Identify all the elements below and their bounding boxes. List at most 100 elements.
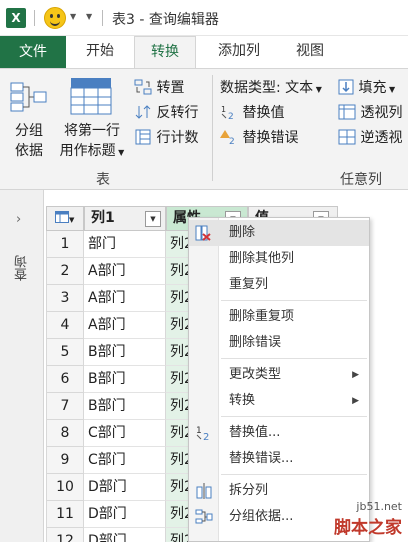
row-number[interactable]: 7 bbox=[46, 393, 84, 420]
split-column-icon bbox=[196, 483, 212, 499]
menu-item-remove-errors[interactable]: 删除错误 bbox=[189, 330, 369, 356]
table-cell-col1[interactable]: B部门 bbox=[84, 366, 166, 393]
table-cell-col1[interactable]: C部门 bbox=[84, 447, 166, 474]
title-bar: X ▼ ▼ 表3 - 查询编辑器 bbox=[0, 0, 408, 36]
row-number[interactable]: 2 bbox=[46, 258, 84, 285]
table-cell-col1[interactable]: D部门 bbox=[84, 474, 166, 501]
group-by-icon bbox=[195, 509, 213, 524]
menu-item-label: 更改类型 bbox=[229, 367, 282, 382]
first-row-label-line2: 用作标题 bbox=[59, 143, 116, 159]
menu-item-label: 分组依据... bbox=[229, 509, 294, 524]
replace-errors-button[interactable]: 2 替换错误 bbox=[220, 127, 298, 147]
tab-add-column[interactable]: 添加列 bbox=[204, 36, 274, 68]
svg-text:2: 2 bbox=[203, 432, 209, 441]
transpose-button[interactable]: 转置 bbox=[134, 77, 184, 97]
menu-item-label: 替换错误... bbox=[229, 451, 294, 466]
pivot-column-button[interactable]: 透视列 bbox=[338, 102, 402, 122]
menu-item-duplicate-column[interactable]: 重复列 bbox=[189, 272, 369, 298]
replace-values-button[interactable]: 12 替换值 bbox=[220, 102, 284, 122]
unpivot-columns-button[interactable]: 逆透视 bbox=[338, 127, 402, 147]
table-cell-col1[interactable]: B部门 bbox=[84, 393, 166, 420]
svg-text:2: 2 bbox=[229, 137, 235, 145]
watermark-name: 脚本之家 bbox=[334, 518, 402, 538]
smiley-feedback-icon[interactable] bbox=[44, 7, 66, 29]
dropdown-caret-icon: ▼ bbox=[69, 216, 75, 224]
ribbon-tab-bar: 文件 开始 转换 添加列 视图 bbox=[0, 36, 408, 69]
row-number[interactable]: 1 bbox=[46, 231, 84, 258]
group-by-label-line1: 分组 bbox=[15, 123, 43, 139]
menu-item-label: 删除其他列 bbox=[229, 251, 295, 266]
table-cell-col1[interactable]: A部门 bbox=[84, 285, 166, 312]
any-column-group-label: 任意列 bbox=[340, 172, 382, 188]
tab-view[interactable]: 视图 bbox=[280, 36, 340, 68]
table-icon bbox=[55, 211, 69, 223]
fill-label: 填充 bbox=[358, 80, 387, 96]
row-number[interactable]: 8 bbox=[46, 420, 84, 447]
menu-item-label: 转换 bbox=[229, 393, 256, 408]
submenu-arrow-icon: ▶ bbox=[352, 396, 359, 406]
menu-item-remove-duplicates[interactable]: 删除重复项 bbox=[189, 304, 369, 330]
excel-logo-icon: X bbox=[6, 8, 26, 28]
tab-file[interactable]: 文件 bbox=[0, 36, 66, 68]
unpivot-columns-label: 逆透视 bbox=[360, 130, 403, 146]
menu-item-transform[interactable]: 转换 ▶ bbox=[189, 388, 369, 414]
count-rows-button[interactable]: 行计数 bbox=[134, 127, 198, 147]
menu-item-replace-errors[interactable]: 替换错误... bbox=[189, 446, 369, 472]
group-by-icon bbox=[10, 82, 47, 112]
data-type-dropdown[interactable]: 数据类型: 文本 ▼ bbox=[220, 77, 322, 97]
column-header-label: 列1 bbox=[91, 210, 115, 226]
table-cell-col1[interactable]: 部门 bbox=[84, 231, 166, 258]
menu-item-label: 拆分列 bbox=[229, 483, 269, 498]
svg-text:2: 2 bbox=[228, 112, 234, 120]
row-number[interactable]: 12 bbox=[46, 528, 84, 542]
column-header-col1[interactable]: 列1 ▼ bbox=[84, 206, 166, 231]
menu-item-label: 删除重复项 bbox=[229, 309, 295, 324]
table-cell-col1[interactable]: D部门 bbox=[84, 528, 166, 542]
table-cell-col1[interactable]: A部门 bbox=[84, 312, 166, 339]
row-number[interactable]: 6 bbox=[46, 366, 84, 393]
row-number[interactable]: 11 bbox=[46, 501, 84, 528]
quick-access-customize-icon[interactable]: ▼ bbox=[86, 12, 92, 21]
svg-text:1: 1 bbox=[221, 105, 226, 114]
replace-values-icon: 12 bbox=[221, 105, 234, 122]
row-number[interactable]: 10 bbox=[46, 474, 84, 501]
titlebar-separator bbox=[102, 10, 103, 26]
menu-item-change-type[interactable]: 更改类型 ▶ bbox=[189, 362, 369, 388]
transpose-label: 转置 bbox=[156, 80, 185, 96]
tab-home[interactable]: 开始 bbox=[72, 36, 128, 68]
replace-values-icon: 12 bbox=[196, 426, 209, 441]
menu-item-remove[interactable]: 删除 bbox=[189, 220, 369, 246]
replace-errors-icon: 2 bbox=[220, 130, 235, 147]
table-cell-col1[interactable]: A部门 bbox=[84, 258, 166, 285]
row-number[interactable]: 9 bbox=[46, 447, 84, 474]
reverse-rows-button[interactable]: 反转行 bbox=[134, 102, 198, 122]
row-number[interactable]: 3 bbox=[46, 285, 84, 312]
first-row-label-line1: 将第一行 bbox=[64, 123, 120, 139]
table-cell-col1[interactable]: D部门 bbox=[84, 501, 166, 528]
menu-item-replace-values[interactable]: 12 替换值... bbox=[189, 420, 369, 446]
table-cell-col1[interactable]: B部门 bbox=[84, 339, 166, 366]
table-cell-col1[interactable]: C部门 bbox=[84, 420, 166, 447]
table-menu-button[interactable]: ▼ bbox=[46, 206, 84, 231]
titlebar-separator bbox=[34, 10, 35, 26]
pivot-column-label: 透视列 bbox=[360, 105, 403, 121]
menu-separator bbox=[221, 300, 367, 301]
pivot-column-icon bbox=[338, 104, 356, 120]
unpivot-columns-icon bbox=[338, 129, 356, 145]
column-filter-icon[interactable]: ▼ bbox=[145, 211, 161, 227]
menu-item-label: 删除 bbox=[229, 225, 256, 240]
menu-separator bbox=[221, 416, 367, 417]
fill-button[interactable]: 填充 ▼ bbox=[338, 77, 395, 97]
row-number[interactable]: 4 bbox=[46, 312, 84, 339]
tab-transform[interactable]: 转换 bbox=[134, 36, 196, 69]
row-number[interactable]: 5 bbox=[46, 339, 84, 366]
menu-item-remove-other-columns[interactable]: 删除其他列 bbox=[189, 246, 369, 272]
watermark-url: jb51.net bbox=[356, 500, 402, 513]
expand-pane-chevron-icon[interactable]: › bbox=[16, 212, 21, 227]
submenu-arrow-icon: ▶ bbox=[352, 370, 359, 380]
feedback-dropdown-icon[interactable]: ▼ bbox=[70, 12, 76, 21]
svg-text:1: 1 bbox=[196, 426, 202, 436]
queries-pane[interactable]: › 查询 bbox=[0, 190, 44, 542]
menu-item-label: 删除错误 bbox=[229, 335, 282, 350]
column-context-menu: 删除 删除其他列 重复列 删除重复项 删除错误 更改类型 ▶ 转换 ▶ 12 替… bbox=[188, 217, 370, 542]
